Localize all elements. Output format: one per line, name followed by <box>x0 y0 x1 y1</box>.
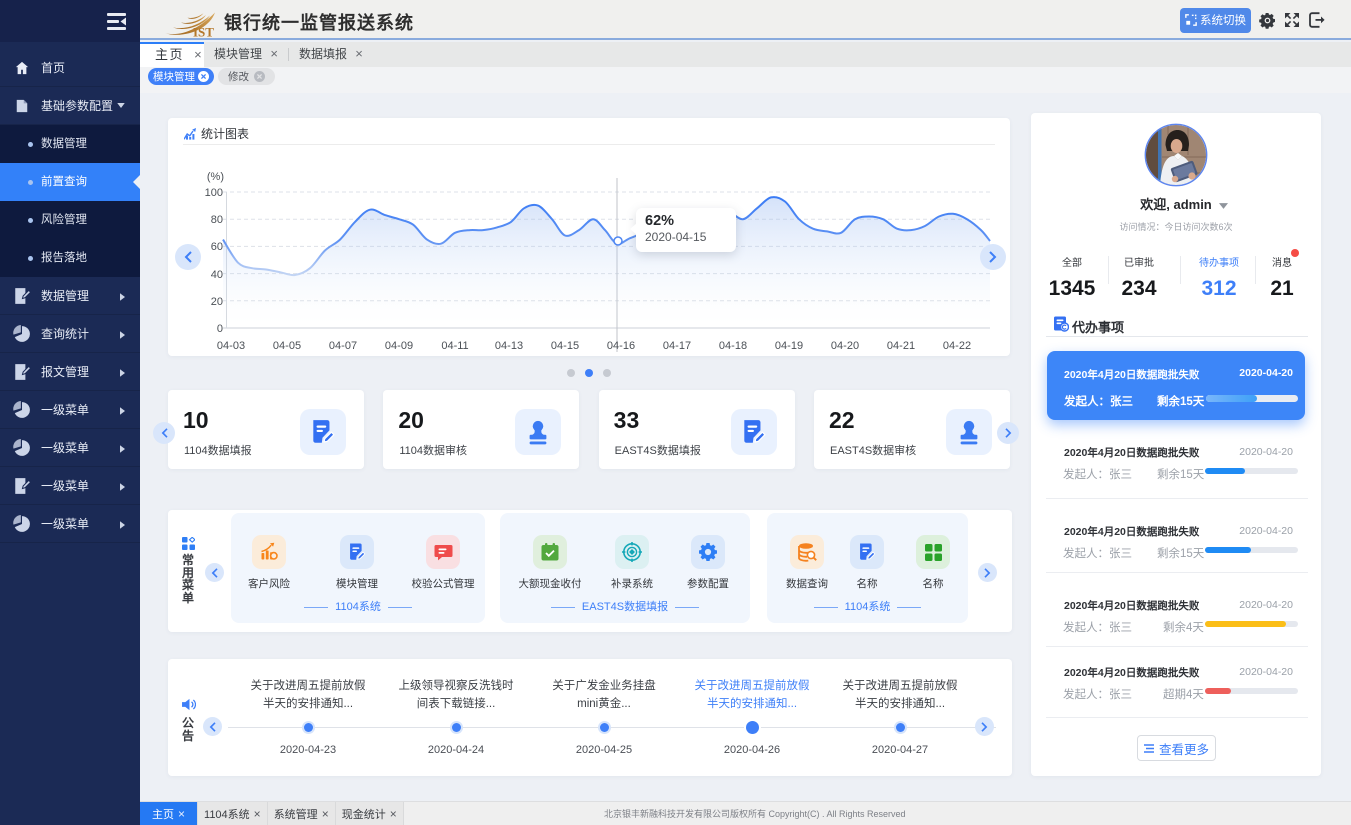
svg-text:04-17: 04-17 <box>663 340 691 352</box>
svg-text:80: 80 <box>211 214 223 226</box>
svg-text:40: 40 <box>211 269 223 281</box>
svg-text:04-22: 04-22 <box>943 340 971 352</box>
svg-text:04-13: 04-13 <box>495 340 523 352</box>
svg-text:04-16: 04-16 <box>607 340 635 352</box>
svg-text:20: 20 <box>211 296 223 308</box>
svg-text:(%): (%) <box>207 171 224 183</box>
svg-text:100: 100 <box>205 187 223 199</box>
svg-text:04-07: 04-07 <box>329 340 357 352</box>
svg-text:0: 0 <box>217 323 223 335</box>
svg-text:04-11: 04-11 <box>441 340 468 352</box>
svg-text:IST: IST <box>193 25 214 39</box>
svg-text:04-03: 04-03 <box>217 340 245 352</box>
svg-text:04-15: 04-15 <box>551 340 579 352</box>
svg-text:04-09: 04-09 <box>385 340 413 352</box>
svg-text:60: 60 <box>211 241 223 253</box>
svg-text:04-19: 04-19 <box>775 340 803 352</box>
svg-text:04-18: 04-18 <box>719 340 747 352</box>
svg-text:04-20: 04-20 <box>831 340 859 352</box>
svg-text:04-05: 04-05 <box>273 340 301 352</box>
svg-text:04-21: 04-21 <box>887 340 915 352</box>
